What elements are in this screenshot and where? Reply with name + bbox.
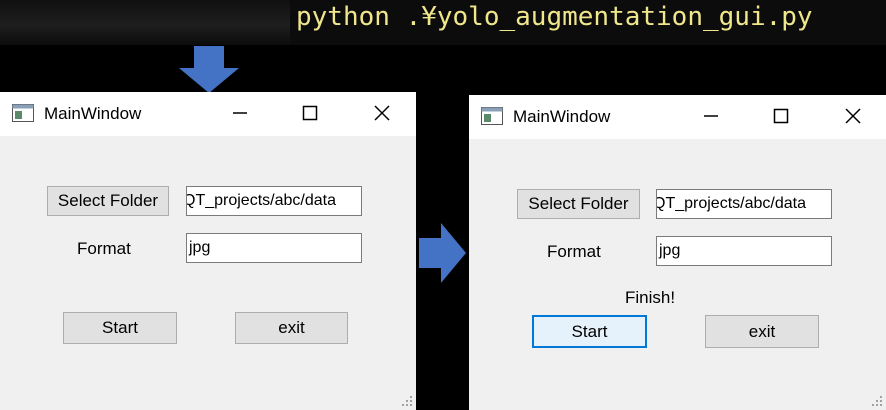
terminal-obscured-text [0,0,290,45]
minimize-icon[interactable] [691,101,731,131]
format-field[interactable]: jpg [186,233,362,263]
app-icon [12,104,34,122]
maximize-icon[interactable] [761,101,801,131]
window-title: MainWindow [44,104,142,123]
status-label: Finish! [625,288,676,307]
down-arrow [179,46,239,93]
select-folder-button[interactable]: Select Folder [47,186,169,216]
close-icon[interactable] [362,98,402,128]
minimize-icon[interactable] [220,98,260,128]
resize-grip-icon[interactable] [401,395,413,407]
format-field[interactable]: jpg [656,236,832,266]
format-label: Format [77,239,131,258]
exit-button[interactable]: exit [235,312,348,344]
window-title: MainWindow [513,107,611,126]
resize-grip-icon[interactable] [871,395,883,407]
terminal-command: python .¥yolo_augmentation_gui.py [296,2,813,32]
close-icon[interactable] [833,101,873,131]
maximize-icon[interactable] [290,98,330,128]
main-window-after: MainWindow Select Folder QT_projects/abc… [469,95,886,410]
app-icon [481,107,503,125]
right-arrow [419,223,466,283]
exit-button[interactable]: exit [705,315,819,348]
title-bar: MainWindow [0,92,416,136]
start-button[interactable]: Start [532,315,647,348]
start-button[interactable]: Start [63,312,177,344]
folder-path-field[interactable]: QT_projects/abc/data [656,189,832,219]
main-window-before: MainWindow Select Folder QT_projects/abc… [0,92,416,410]
folder-path-field[interactable]: QT_projects/abc/data [186,186,362,216]
format-label: Format [547,242,601,261]
select-folder-button[interactable]: Select Folder [517,189,640,219]
title-bar: MainWindow [469,95,886,139]
